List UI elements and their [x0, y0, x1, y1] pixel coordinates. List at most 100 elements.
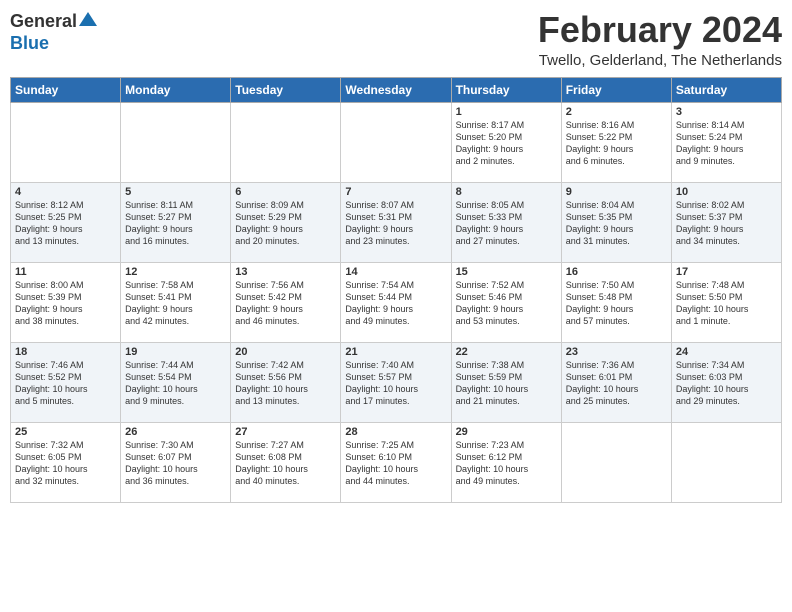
calendar-cell: 13Sunrise: 7:56 AM Sunset: 5:42 PM Dayli…: [231, 262, 341, 342]
logo-general-text: General: [10, 11, 77, 32]
day-number: 16: [566, 266, 667, 278]
day-number: 19: [125, 346, 226, 358]
day-number: 29: [456, 426, 557, 438]
cell-info: Sunrise: 7:56 AM Sunset: 5:42 PM Dayligh…: [235, 279, 336, 328]
cell-info: Sunrise: 7:23 AM Sunset: 6:12 PM Dayligh…: [456, 439, 557, 488]
calendar-cell: 26Sunrise: 7:30 AM Sunset: 6:07 PM Dayli…: [121, 422, 231, 502]
calendar-cell: 21Sunrise: 7:40 AM Sunset: 5:57 PM Dayli…: [341, 342, 451, 422]
day-number: 12: [125, 266, 226, 278]
cell-info: Sunrise: 7:32 AM Sunset: 6:05 PM Dayligh…: [15, 439, 116, 488]
day-number: 24: [676, 346, 777, 358]
day-number: 15: [456, 266, 557, 278]
day-number: 5: [125, 186, 226, 198]
calendar-table: SundayMondayTuesdayWednesdayThursdayFrid…: [10, 77, 782, 503]
calendar-cell: 8Sunrise: 8:05 AM Sunset: 5:33 PM Daylig…: [451, 182, 561, 262]
calendar-cell: [561, 422, 671, 502]
title-area: February 2024 Twello, Gelderland, The Ne…: [538, 10, 782, 69]
calendar-cell: 11Sunrise: 8:00 AM Sunset: 5:39 PM Dayli…: [11, 262, 121, 342]
header-thursday: Thursday: [451, 77, 561, 102]
cell-info: Sunrise: 7:46 AM Sunset: 5:52 PM Dayligh…: [15, 359, 116, 408]
day-number: 25: [15, 426, 116, 438]
cell-info: Sunrise: 8:14 AM Sunset: 5:24 PM Dayligh…: [676, 119, 777, 168]
calendar-week-row: 4Sunrise: 8:12 AM Sunset: 5:25 PM Daylig…: [11, 182, 782, 262]
calendar-week-row: 18Sunrise: 7:46 AM Sunset: 5:52 PM Dayli…: [11, 342, 782, 422]
cell-info: Sunrise: 7:44 AM Sunset: 5:54 PM Dayligh…: [125, 359, 226, 408]
cell-info: Sunrise: 8:05 AM Sunset: 5:33 PM Dayligh…: [456, 199, 557, 248]
cell-info: Sunrise: 7:25 AM Sunset: 6:10 PM Dayligh…: [345, 439, 446, 488]
calendar-header-row: SundayMondayTuesdayWednesdayThursdayFrid…: [11, 77, 782, 102]
calendar-week-row: 1Sunrise: 8:17 AM Sunset: 5:20 PM Daylig…: [11, 102, 782, 182]
cell-info: Sunrise: 8:02 AM Sunset: 5:37 PM Dayligh…: [676, 199, 777, 248]
calendar-cell: 27Sunrise: 7:27 AM Sunset: 6:08 PM Dayli…: [231, 422, 341, 502]
calendar-cell: 29Sunrise: 7:23 AM Sunset: 6:12 PM Dayli…: [451, 422, 561, 502]
calendar-cell: 7Sunrise: 8:07 AM Sunset: 5:31 PM Daylig…: [341, 182, 451, 262]
calendar-cell: 24Sunrise: 7:34 AM Sunset: 6:03 PM Dayli…: [671, 342, 781, 422]
calendar-cell: [671, 422, 781, 502]
calendar-cell: 10Sunrise: 8:02 AM Sunset: 5:37 PM Dayli…: [671, 182, 781, 262]
cell-info: Sunrise: 8:04 AM Sunset: 5:35 PM Dayligh…: [566, 199, 667, 248]
cell-info: Sunrise: 8:16 AM Sunset: 5:22 PM Dayligh…: [566, 119, 667, 168]
day-number: 26: [125, 426, 226, 438]
day-number: 10: [676, 186, 777, 198]
cell-info: Sunrise: 7:58 AM Sunset: 5:41 PM Dayligh…: [125, 279, 226, 328]
day-number: 27: [235, 426, 336, 438]
cell-info: Sunrise: 7:27 AM Sunset: 6:08 PM Dayligh…: [235, 439, 336, 488]
cell-info: Sunrise: 7:52 AM Sunset: 5:46 PM Dayligh…: [456, 279, 557, 328]
cell-info: Sunrise: 7:54 AM Sunset: 5:44 PM Dayligh…: [345, 279, 446, 328]
logo: General Blue: [10, 10, 97, 54]
calendar-cell: [341, 102, 451, 182]
logo-blue-text: Blue: [10, 33, 49, 54]
header-saturday: Saturday: [671, 77, 781, 102]
calendar-cell: 22Sunrise: 7:38 AM Sunset: 5:59 PM Dayli…: [451, 342, 561, 422]
day-number: 22: [456, 346, 557, 358]
day-number: 23: [566, 346, 667, 358]
header-sunday: Sunday: [11, 77, 121, 102]
page-header: General Blue February 2024 Twello, Gelde…: [10, 10, 782, 69]
cell-info: Sunrise: 7:48 AM Sunset: 5:50 PM Dayligh…: [676, 279, 777, 328]
calendar-cell: 15Sunrise: 7:52 AM Sunset: 5:46 PM Dayli…: [451, 262, 561, 342]
calendar-cell: 9Sunrise: 8:04 AM Sunset: 5:35 PM Daylig…: [561, 182, 671, 262]
calendar-cell: 17Sunrise: 7:48 AM Sunset: 5:50 PM Dayli…: [671, 262, 781, 342]
day-number: 11: [15, 266, 116, 278]
calendar-cell: 14Sunrise: 7:54 AM Sunset: 5:44 PM Dayli…: [341, 262, 451, 342]
calendar-cell: 12Sunrise: 7:58 AM Sunset: 5:41 PM Dayli…: [121, 262, 231, 342]
day-number: 6: [235, 186, 336, 198]
day-number: 17: [676, 266, 777, 278]
location: Twello, Gelderland, The Netherlands: [538, 52, 782, 69]
calendar-cell: [231, 102, 341, 182]
calendar-cell: [11, 102, 121, 182]
day-number: 14: [345, 266, 446, 278]
day-number: 4: [15, 186, 116, 198]
day-number: 1: [456, 106, 557, 118]
calendar-cell: 28Sunrise: 7:25 AM Sunset: 6:10 PM Dayli…: [341, 422, 451, 502]
cell-info: Sunrise: 7:36 AM Sunset: 6:01 PM Dayligh…: [566, 359, 667, 408]
day-number: 8: [456, 186, 557, 198]
day-number: 13: [235, 266, 336, 278]
header-tuesday: Tuesday: [231, 77, 341, 102]
calendar-cell: 5Sunrise: 8:11 AM Sunset: 5:27 PM Daylig…: [121, 182, 231, 262]
day-number: 28: [345, 426, 446, 438]
cell-info: Sunrise: 7:38 AM Sunset: 5:59 PM Dayligh…: [456, 359, 557, 408]
cell-info: Sunrise: 8:17 AM Sunset: 5:20 PM Dayligh…: [456, 119, 557, 168]
day-number: 18: [15, 346, 116, 358]
cell-info: Sunrise: 7:30 AM Sunset: 6:07 PM Dayligh…: [125, 439, 226, 488]
cell-info: Sunrise: 8:11 AM Sunset: 5:27 PM Dayligh…: [125, 199, 226, 248]
cell-info: Sunrise: 8:09 AM Sunset: 5:29 PM Dayligh…: [235, 199, 336, 248]
calendar-cell: 4Sunrise: 8:12 AM Sunset: 5:25 PM Daylig…: [11, 182, 121, 262]
day-number: 20: [235, 346, 336, 358]
calendar-cell: 18Sunrise: 7:46 AM Sunset: 5:52 PM Dayli…: [11, 342, 121, 422]
cell-info: Sunrise: 8:12 AM Sunset: 5:25 PM Dayligh…: [15, 199, 116, 248]
calendar-cell: [121, 102, 231, 182]
header-friday: Friday: [561, 77, 671, 102]
cell-info: Sunrise: 7:40 AM Sunset: 5:57 PM Dayligh…: [345, 359, 446, 408]
calendar-cell: 19Sunrise: 7:44 AM Sunset: 5:54 PM Dayli…: [121, 342, 231, 422]
calendar-cell: 20Sunrise: 7:42 AM Sunset: 5:56 PM Dayli…: [231, 342, 341, 422]
calendar-cell: 3Sunrise: 8:14 AM Sunset: 5:24 PM Daylig…: [671, 102, 781, 182]
day-number: 21: [345, 346, 446, 358]
calendar-cell: 16Sunrise: 7:50 AM Sunset: 5:48 PM Dayli…: [561, 262, 671, 342]
calendar-week-row: 11Sunrise: 8:00 AM Sunset: 5:39 PM Dayli…: [11, 262, 782, 342]
cell-info: Sunrise: 7:42 AM Sunset: 5:56 PM Dayligh…: [235, 359, 336, 408]
day-number: 7: [345, 186, 446, 198]
cell-info: Sunrise: 8:00 AM Sunset: 5:39 PM Dayligh…: [15, 279, 116, 328]
day-number: 2: [566, 106, 667, 118]
